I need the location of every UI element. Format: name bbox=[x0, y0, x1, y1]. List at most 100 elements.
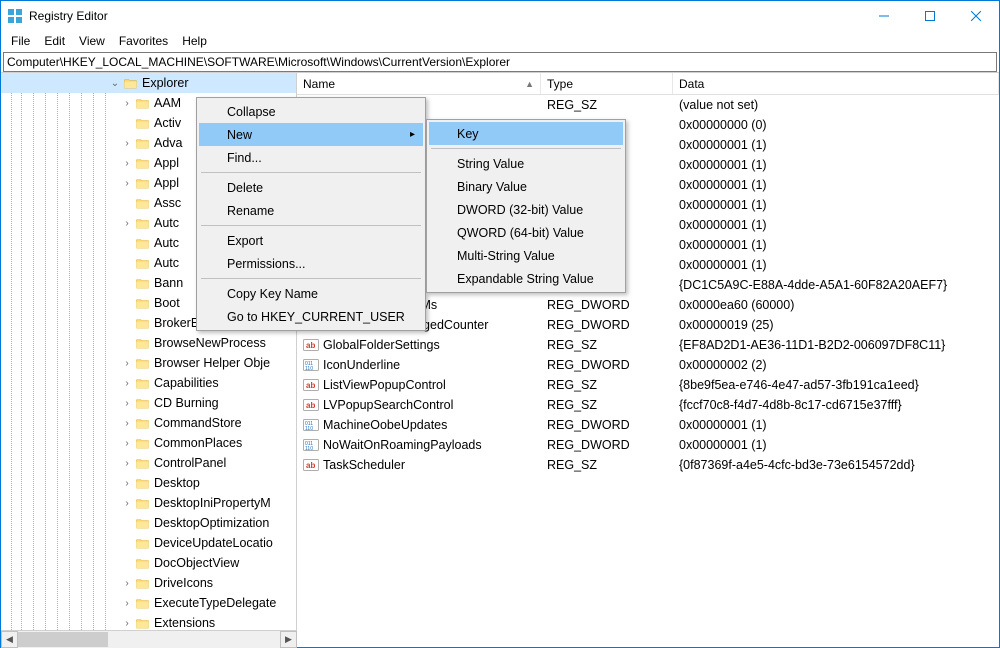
string-value-icon bbox=[303, 337, 319, 353]
tree-item[interactable]: ›CommandStore bbox=[1, 413, 297, 433]
tree-item[interactable]: ›DriveIcons bbox=[1, 573, 297, 593]
tree-item-label: Boot bbox=[154, 296, 180, 310]
value-data: 0x00000001 (1) bbox=[673, 158, 999, 172]
menu-item[interactable]: String Value bbox=[429, 152, 623, 175]
menu-item[interactable]: New▸ bbox=[199, 123, 423, 146]
menu-item[interactable]: Find... bbox=[199, 146, 423, 169]
tree-item[interactable]: ›CD Burning bbox=[1, 393, 297, 413]
tree-item[interactable]: ›Desktop bbox=[1, 473, 297, 493]
scroll-right-button[interactable]: ▶ bbox=[280, 631, 297, 648]
context-submenu-new[interactable]: Key String ValueBinary ValueDWORD (32-bit… bbox=[426, 119, 626, 293]
menu-separator bbox=[201, 278, 421, 279]
chevron-right-icon[interactable]: › bbox=[121, 458, 133, 469]
chevron-right-icon[interactable]: › bbox=[121, 398, 133, 409]
chevron-right-icon[interactable]: › bbox=[121, 478, 133, 489]
chevron-right-icon[interactable]: › bbox=[121, 598, 133, 609]
chevron-right-icon[interactable]: › bbox=[121, 98, 133, 109]
menu-help[interactable]: Help bbox=[176, 32, 213, 50]
tree-item[interactable]: DesktopOptimization bbox=[1, 513, 297, 533]
menu-separator bbox=[201, 225, 421, 226]
value-type: REG_SZ bbox=[541, 378, 673, 392]
submenu-arrow-icon: ▸ bbox=[410, 129, 415, 140]
tree-item[interactable]: ›Capabilities bbox=[1, 373, 297, 393]
value-type: REG_DWORD bbox=[541, 418, 673, 432]
value-row[interactable]: LVPopupSearchControlREG_SZ{fccf70c8-f4d7… bbox=[297, 395, 999, 415]
horizontal-scrollbar[interactable]: ◀ ▶ bbox=[1, 630, 297, 647]
tree-item-label: DesktopIniPropertyM bbox=[154, 496, 271, 510]
scroll-thumb[interactable] bbox=[18, 632, 108, 647]
chevron-right-icon[interactable]: › bbox=[121, 498, 133, 509]
col-type[interactable]: Type bbox=[541, 73, 673, 94]
value-row[interactable]: TaskSchedulerREG_SZ{0f87369f-a4e5-4cfc-b… bbox=[297, 455, 999, 475]
menu-item[interactable]: Export bbox=[199, 229, 423, 252]
menu-item[interactable]: Key bbox=[429, 122, 623, 145]
tree-item[interactable]: › ExecuteTypeDelegate bbox=[1, 593, 297, 613]
menu-favorites[interactable]: Favorites bbox=[113, 32, 174, 50]
chevron-right-icon[interactable]: › bbox=[121, 138, 133, 149]
menu-item[interactable]: Collapse bbox=[199, 100, 423, 123]
list-header[interactable]: Name▲ Type Data bbox=[297, 73, 999, 95]
close-button[interactable] bbox=[953, 1, 999, 31]
menu-item[interactable]: Copy Key Name bbox=[199, 282, 423, 305]
menu-item[interactable]: QWORD (64-bit) Value bbox=[429, 221, 623, 244]
tree-item[interactable]: ›ControlPanel bbox=[1, 453, 297, 473]
value-row[interactable]: NoWaitOnRoamingPayloadsREG_DWORD0x000000… bbox=[297, 435, 999, 455]
chevron-right-icon[interactable]: › bbox=[121, 358, 133, 369]
scroll-left-button[interactable]: ◀ bbox=[1, 631, 18, 648]
scroll-track[interactable] bbox=[18, 631, 280, 648]
menu-item[interactable]: Go to HKEY_CURRENT_USER bbox=[199, 305, 423, 328]
menu-item[interactable]: Rename bbox=[199, 199, 423, 222]
maximize-button[interactable] bbox=[907, 1, 953, 31]
tree-item-label: Autc bbox=[154, 236, 179, 250]
chevron-right-icon[interactable]: › bbox=[121, 178, 133, 189]
value-type: REG_SZ bbox=[541, 398, 673, 412]
col-data[interactable]: Data bbox=[673, 73, 999, 94]
value-row[interactable]: ListViewPopupControlREG_SZ{8be9f5ea-e746… bbox=[297, 375, 999, 395]
value-data: 0x00000001 (1) bbox=[673, 418, 999, 432]
chevron-right-icon[interactable]: › bbox=[121, 438, 133, 449]
tree-item[interactable]: ⌄Explorer bbox=[1, 73, 297, 93]
menu-item[interactable]: Permissions... bbox=[199, 252, 423, 275]
menu-item[interactable]: Delete bbox=[199, 176, 423, 199]
menu-separator bbox=[431, 148, 621, 149]
menu-item[interactable]: Multi-String Value bbox=[429, 244, 623, 267]
value-row[interactable]: MachineOobeUpdatesREG_DWORD0x00000001 (1… bbox=[297, 415, 999, 435]
value-type: REG_SZ bbox=[541, 458, 673, 472]
minimize-button[interactable] bbox=[861, 1, 907, 31]
value-row[interactable]: GlobalFolderSettingsREG_SZ{EF8AD2D1-AE36… bbox=[297, 335, 999, 355]
tree-item[interactable]: ›Extensions bbox=[1, 613, 297, 630]
menu-item[interactable]: Binary Value bbox=[429, 175, 623, 198]
address-bar[interactable]: Computer\HKEY_LOCAL_MACHINE\SOFTWARE\Mic… bbox=[3, 52, 997, 72]
folder-icon bbox=[135, 477, 150, 489]
tree-item[interactable]: DeviceUpdateLocatio bbox=[1, 533, 297, 553]
folder-icon bbox=[135, 117, 150, 129]
chevron-right-icon[interactable]: › bbox=[121, 378, 133, 389]
value-type: REG_DWORD bbox=[541, 298, 673, 312]
chevron-right-icon[interactable]: › bbox=[121, 158, 133, 169]
string-value-icon bbox=[303, 457, 319, 473]
menu-file[interactable]: File bbox=[5, 32, 36, 50]
value-row[interactable]: IconUnderlineREG_DWORD0x00000002 (2) bbox=[297, 355, 999, 375]
tree-item[interactable]: ›Browser Helper Obje bbox=[1, 353, 297, 373]
tree-item[interactable]: BrowseNewProcess bbox=[1, 333, 297, 353]
col-name[interactable]: Name▲ bbox=[297, 73, 541, 94]
chevron-right-icon[interactable]: › bbox=[121, 578, 133, 589]
value-data: 0x00000001 (1) bbox=[673, 138, 999, 152]
tree-item-label: ExecuteTypeDelegate bbox=[154, 596, 276, 610]
context-menu[interactable]: CollapseNew▸Find... DeleteRename ExportPer… bbox=[196, 97, 426, 331]
value-data: 0x00000001 (1) bbox=[673, 218, 999, 232]
chevron-right-icon[interactable]: › bbox=[121, 418, 133, 429]
menu-edit[interactable]: Edit bbox=[38, 32, 71, 50]
chevron-right-icon[interactable]: › bbox=[121, 618, 133, 629]
chevron-right-icon[interactable]: › bbox=[121, 218, 133, 229]
window-title: Registry Editor bbox=[29, 9, 108, 23]
menu-view[interactable]: View bbox=[73, 32, 111, 50]
tree-item[interactable]: DocObjectView bbox=[1, 553, 297, 573]
folder-icon bbox=[135, 497, 150, 509]
menu-item[interactable]: DWORD (32-bit) Value bbox=[429, 198, 623, 221]
menu-item[interactable]: Expandable String Value bbox=[429, 267, 623, 290]
tree-item[interactable]: › DesktopIniPropertyM bbox=[1, 493, 297, 513]
binary-value-icon bbox=[303, 417, 319, 433]
chevron-down-icon[interactable]: ⌄ bbox=[109, 78, 121, 89]
tree-item[interactable]: ›CommonPlaces bbox=[1, 433, 297, 453]
